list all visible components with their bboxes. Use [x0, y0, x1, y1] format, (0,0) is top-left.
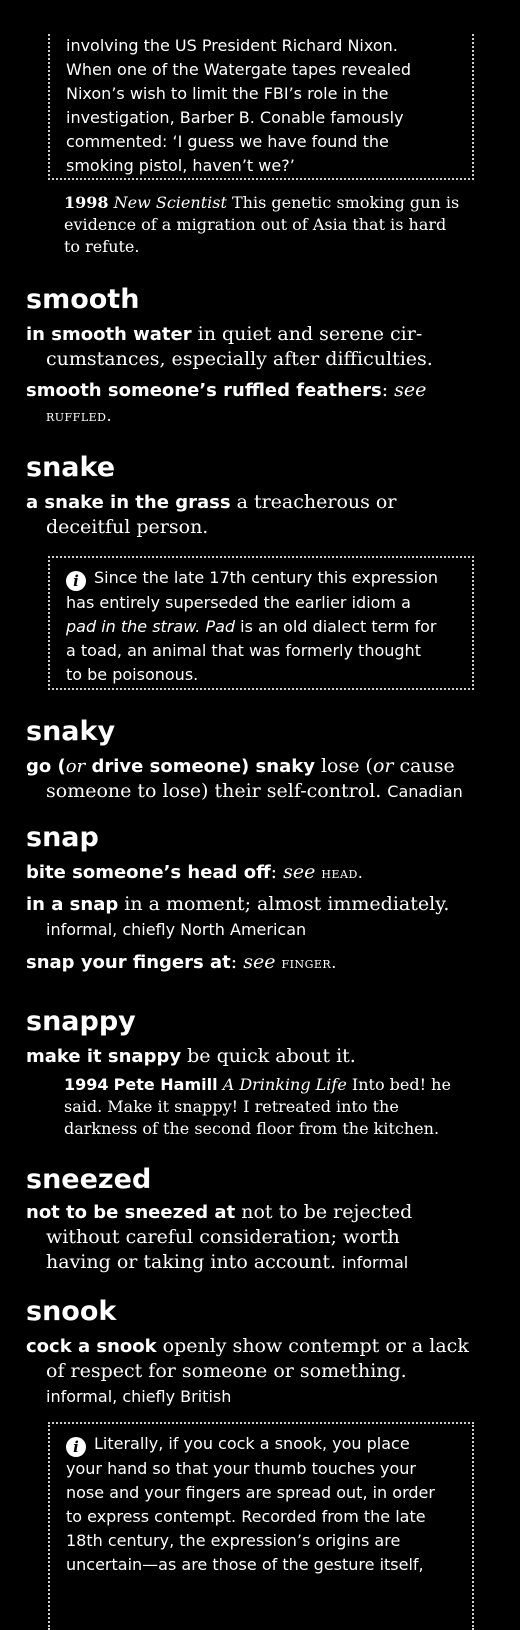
- idiom-phrase: smooth someone’s ruffled feathers: [26, 380, 382, 401]
- definition: cumstances, especially after difficultie…: [46, 348, 433, 370]
- citation-1994: 1994 Pete Hamill A Drinking Life Into be…: [64, 1074, 504, 1140]
- sense-not-to-be-sneezed-at: not to be sneezed at not to be rejected …: [26, 1200, 496, 1275]
- see-label: see: [283, 861, 316, 883]
- headword-snappy: snappy: [26, 1006, 136, 1037]
- headword-snake: snake: [26, 452, 116, 483]
- idiom-phrase: not to be sneezed at: [26, 1202, 236, 1223]
- register-label: informal, chiefly British: [46, 1387, 232, 1406]
- note-line: 18th century, the expression’s origins a…: [66, 1531, 401, 1550]
- colon: :: [381, 379, 389, 401]
- citation-text: said. Make it snappy! I retreated into t…: [64, 1097, 399, 1116]
- cross-reference: head.: [321, 863, 364, 882]
- note-line: to express contempt. Recorded from the l…: [66, 1507, 426, 1526]
- info-icon: i: [66, 571, 86, 591]
- note-line: to be poisonous.: [66, 665, 199, 684]
- definition: be quick about it.: [187, 1045, 356, 1067]
- headword-snook: snook: [26, 1296, 117, 1327]
- usage-note-snake: i Since the late 17th century this expres…: [48, 556, 474, 690]
- citation-text: darkness of the second floor from the ki…: [64, 1119, 440, 1138]
- idiom-phrase: cock a snook: [26, 1336, 157, 1357]
- citation-1998: 1998 New Scientist This genetic smoking …: [64, 192, 504, 258]
- note-line: i Literally, if you cock a snook, you pla…: [66, 1432, 456, 1457]
- note-line: involving the US President Richard Nixon…: [66, 36, 398, 55]
- definition: openly show contempt or a lack: [162, 1335, 469, 1357]
- register-label: informal, chiefly North American: [46, 920, 307, 939]
- idiom-phrase: bite someone’s head off: [26, 862, 271, 883]
- citation-text: This genetic smoking gun is: [231, 193, 460, 212]
- citation-text: Into bed! he: [351, 1075, 451, 1094]
- definition: of respect for someone or something.: [46, 1360, 407, 1382]
- note-line: investigation, Barber B. Conable famousl…: [66, 108, 404, 127]
- info-icon: i: [66, 1437, 86, 1457]
- definition: not to be rejected: [241, 1201, 413, 1223]
- citation-year: 1994: [64, 1075, 109, 1094]
- sense-in-a-snap: in a snap in a moment; almost immediatel…: [26, 892, 496, 942]
- headword-snaky: snaky: [26, 716, 116, 747]
- sense-snake-in-the-grass: a snake in the grass a treacherous or de…: [26, 490, 496, 540]
- sense-snap-fingers: snap your fingers at: see finger.: [26, 951, 337, 973]
- usage-note-top: involving the US President Richard Nixon…: [48, 34, 474, 180]
- sense-ruffled-feathers: smooth someone’s ruffled feathers: see r…: [26, 378, 496, 428]
- headword-snap: snap: [26, 822, 99, 853]
- citation-author: Pete Hamill: [113, 1075, 218, 1094]
- definition: deceitful person.: [46, 516, 209, 538]
- note-line: nose and your fingers are spread out, in…: [66, 1483, 435, 1502]
- note-line: When one of the Watergate tapes revealed: [66, 60, 412, 79]
- citation-year: 1998: [64, 193, 109, 212]
- sense-make-it-snappy: make it snappy be quick about it.: [26, 1044, 496, 1069]
- note-line: has entirely superseded the earlier idio…: [66, 593, 411, 612]
- citation-text: to refute.: [64, 237, 140, 256]
- definition: a treacherous or: [236, 491, 397, 513]
- note-line: i Since the late 17th century this expres…: [66, 566, 456, 591]
- citation-source: New Scientist: [113, 193, 227, 212]
- note-line: uncertain—as are those of the gesture it…: [66, 1555, 424, 1574]
- idiom-phrase: in a snap: [26, 894, 119, 915]
- definition-continued: having or taking into account. informal: [46, 1251, 409, 1273]
- note-line: pad in the straw. Pad is an old dialect …: [66, 617, 437, 636]
- headword-sneezed: sneezed: [26, 1164, 152, 1195]
- sense-bite-head-off: bite someone’s head off: see head.: [26, 861, 364, 883]
- idiom-phrase: snap your fingers at: [26, 952, 231, 973]
- cross-reference: finger.: [281, 953, 337, 972]
- citation-source: A Drinking Life: [222, 1075, 347, 1094]
- headword-smooth: smooth: [26, 284, 140, 315]
- see-label: see: [394, 379, 427, 401]
- note-line: smoking pistol, haven’t we?’: [66, 156, 295, 175]
- definition: in quiet and serene cir-: [197, 323, 423, 345]
- note-line: Nixon’s wish to limit the FBI’s role in …: [66, 84, 389, 103]
- see-label: see: [243, 951, 276, 973]
- citation-text: evidence of a migration out of Asia that…: [64, 215, 447, 234]
- idiom-phrase: a snake in the grass: [26, 492, 231, 513]
- note-line: commented: ‘I guess we have found the: [66, 132, 389, 151]
- note-line: a toad, an animal that was formerly thou…: [66, 641, 421, 660]
- note-line: your hand so that your thumb touches you…: [66, 1459, 417, 1478]
- register-label: Canadian: [387, 782, 463, 801]
- sense-in-smooth-water: in smooth water in quiet and serene cir-…: [26, 322, 496, 372]
- cross-reference: ruffled.: [46, 406, 113, 425]
- register-label: informal: [342, 1253, 409, 1272]
- definition: lose (or cause: [320, 755, 455, 777]
- idiom-phrase: go (or drive someone) snaky: [26, 756, 315, 777]
- definition: in a moment; almost immediately.: [124, 893, 450, 915]
- sense-cock-a-snook: cock a snook openly show contempt or a l…: [26, 1334, 496, 1409]
- definition: without careful consideration; worth: [46, 1226, 400, 1248]
- idiom-phrase: make it snappy: [26, 1046, 182, 1067]
- idiom-phrase: in smooth water: [26, 324, 192, 345]
- definition-continued: someone to lose) their self-control. Can…: [46, 780, 463, 802]
- usage-note-snook: i Literally, if you cock a snook, you pla…: [48, 1422, 474, 1630]
- sense-go-snaky: go (or drive someone) snaky lose (or cau…: [26, 754, 496, 804]
